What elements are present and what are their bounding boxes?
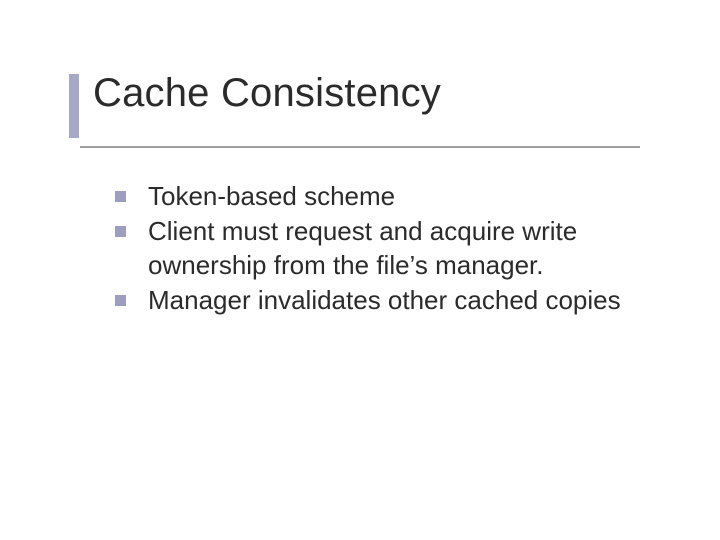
bullet-text: Manager invalidates other cached copies — [148, 284, 621, 317]
title-block: Cache Consistency — [75, 72, 441, 114]
body-content: Token-based scheme Client must request a… — [115, 180, 655, 319]
bullet-text: Client must request and acquire write ow… — [148, 215, 655, 282]
list-item: Token-based scheme — [115, 180, 655, 213]
square-bullet-icon — [115, 226, 126, 237]
bullet-text: Token-based scheme — [148, 180, 395, 213]
title-accent-bar — [69, 74, 79, 138]
slide: Cache Consistency Token-based scheme Cli… — [0, 0, 720, 540]
list-item: Manager invalidates other cached copies — [115, 284, 655, 317]
square-bullet-icon — [115, 295, 126, 306]
slide-title: Cache Consistency — [93, 72, 441, 114]
square-bullet-icon — [115, 191, 126, 202]
list-item: Client must request and acquire write ow… — [115, 215, 655, 282]
title-divider — [80, 146, 640, 148]
